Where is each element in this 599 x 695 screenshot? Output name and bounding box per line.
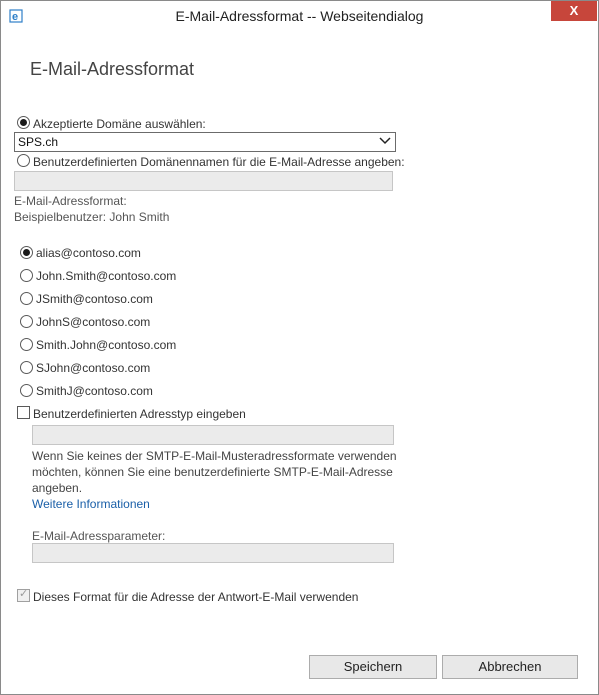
param-label: E-Mail-Adressparameter:: [32, 529, 166, 543]
custom-type-input[interactable]: [32, 425, 394, 445]
window-title: E-Mail-Adressformat -- Webseitendialog: [175, 8, 424, 24]
format-option-label: JohnS@contoso.com: [36, 315, 151, 329]
save-button[interactable]: Speichern: [309, 655, 437, 679]
chevron-down-icon: [379, 137, 391, 145]
param-input[interactable]: [32, 543, 394, 563]
sample-user-label: Beispielbenutzer: John Smith: [14, 210, 170, 224]
format-label: E-Mail-Adressformat:: [14, 194, 127, 208]
page-title: E-Mail-Adressformat: [30, 59, 195, 79]
custom-info-text: Wenn Sie keines der SMTP-E-Mail-Musterad…: [32, 449, 397, 495]
custom-type-checkbox[interactable]: [17, 406, 30, 419]
format-option-label: JSmith@contoso.com: [36, 292, 153, 306]
format-option-label: Smith.John@contoso.com: [36, 338, 177, 352]
domain-select-value: SPS.ch: [18, 135, 59, 149]
custom-domain-radio[interactable]: [17, 154, 30, 167]
format-option-label: SmithJ@contoso.com: [36, 384, 153, 398]
accepted-domain-radio[interactable]: [17, 116, 30, 129]
format-option-label: John.Smith@contoso.com: [36, 269, 177, 283]
reply-format-checkbox[interactable]: [17, 587, 30, 602]
format-option-label: alias@contoso.com: [36, 246, 141, 260]
format-radio-2[interactable]: [20, 292, 33, 305]
format-radio-6[interactable]: [20, 384, 33, 397]
accepted-domain-label: Akzeptierte Domäne auswählen:: [33, 117, 206, 131]
format-radio-1[interactable]: [20, 269, 33, 282]
more-info-link[interactable]: Weitere Informationen: [32, 497, 150, 511]
dialog-window: e E-Mail-Adressformat -- Webseitendialog…: [0, 0, 599, 695]
custom-type-label: Benutzerdefinierten Adresstyp eingeben: [33, 407, 246, 421]
format-radio-0[interactable]: [20, 246, 33, 259]
custom-domain-input[interactable]: [14, 171, 393, 191]
domain-select[interactable]: SPS.ch: [14, 132, 396, 152]
cancel-button[interactable]: Abbrechen: [442, 655, 578, 679]
custom-domain-label: Benutzerdefinierten Domänennamen für die…: [33, 155, 405, 169]
format-radio-5[interactable]: [20, 361, 33, 374]
format-radio-4[interactable]: [20, 338, 33, 351]
format-option-label: SJohn@contoso.com: [36, 361, 151, 375]
reply-format-label: Dieses Format für die Adresse der Antwor…: [33, 590, 359, 604]
format-radio-3[interactable]: [20, 315, 33, 328]
close-button[interactable]: X: [551, 1, 597, 21]
title-bar: e E-Mail-Adressformat -- Webseitendialog…: [1, 1, 598, 31]
